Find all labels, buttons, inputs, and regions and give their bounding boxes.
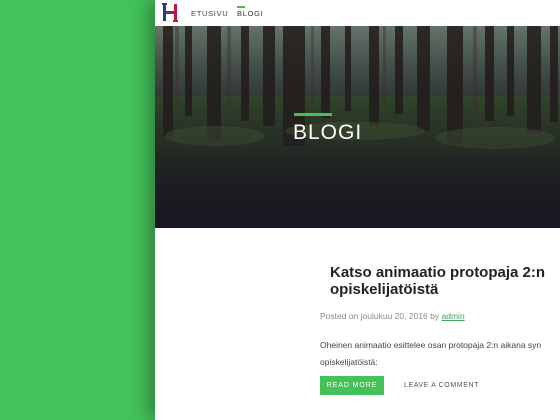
nav-item-etusivu[interactable]: ETUSIVU	[191, 9, 228, 18]
h-logo-icon[interactable]	[162, 3, 178, 22]
post-excerpt-line: opiskelijatöistä:	[320, 357, 378, 367]
post-author-link[interactable]: admin	[442, 311, 465, 321]
post-date[interactable]: joulukuu 20, 2016	[361, 311, 428, 321]
post-excerpt-line: Oheinen animaatio esittelee osan protopa…	[320, 340, 542, 350]
post-excerpt: Oheinen animaatio esittelee osan protopa…	[320, 337, 560, 371]
hero-title-accent	[294, 113, 332, 116]
post-meta-prefix: Posted on	[320, 311, 359, 321]
active-nav-indicator	[237, 6, 245, 8]
post-meta: Posted on joulukuu 20, 2016 by admin	[320, 311, 465, 321]
nav-item-blogi[interactable]: BLOGI	[237, 6, 264, 18]
read-more-button[interactable]: READ MORE	[320, 376, 384, 395]
hero-banner: BLOGI	[155, 26, 560, 228]
nav-item-blogi-label: BLOGI	[237, 9, 264, 18]
leave-comment-link[interactable]: LEAVE A COMMENT	[404, 382, 479, 389]
page-panel: ETUSIVU BLOGI BLOGI Katso animaatio prot…	[155, 0, 560, 420]
post-meta-by: by	[430, 311, 440, 321]
post-title[interactable]: Katso animaatio protopaja 2:n opiskelija…	[330, 264, 560, 298]
top-navigation: ETUSIVU BLOGI	[155, 0, 560, 26]
page-title: BLOGI	[293, 121, 363, 144]
